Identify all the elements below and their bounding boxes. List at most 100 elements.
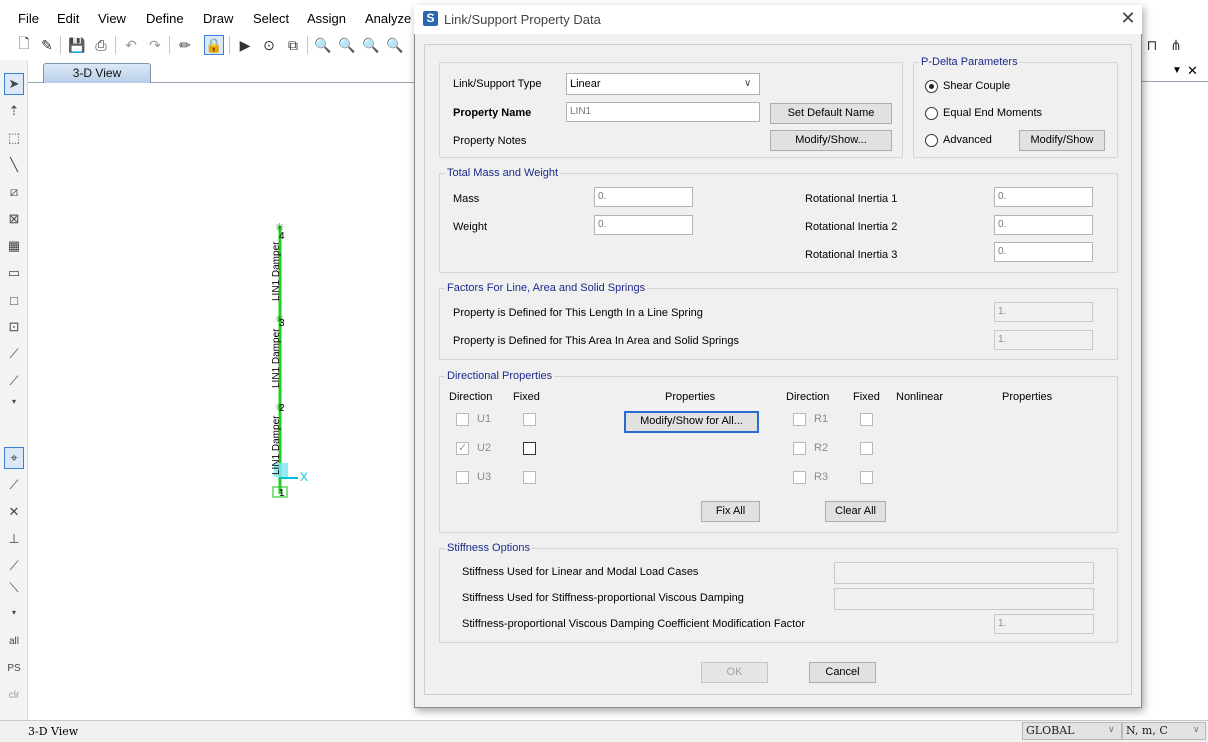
u2-checkbox[interactable] — [456, 441, 469, 455]
u3-checkbox[interactable] — [456, 471, 469, 484]
line-spring-length-input[interactable]: 1. — [994, 302, 1093, 322]
draw-brace-icon[interactable]: ⊠ — [4, 208, 24, 230]
stiffness-viscous-select[interactable] — [834, 588, 1094, 610]
u1-fixed-checkbox[interactable] — [523, 413, 536, 426]
run-analysis-icon[interactable]: ▶ — [235, 35, 255, 55]
view-dropdown-chevron-icon[interactable]: ▼ — [1172, 65, 1182, 76]
draw-joint-icon[interactable]: ⬚ — [4, 127, 24, 149]
modify-show-all-button[interactable]: Modify/Show for All... — [624, 411, 759, 433]
draw-rect-area-icon[interactable]: □ — [4, 289, 24, 311]
fix-all-button[interactable]: Fix All — [701, 501, 760, 522]
snap-line-icon[interactable]: ⟋ — [4, 474, 24, 496]
draw-secondary-icon[interactable]: ▦ — [4, 235, 24, 257]
select-all-button[interactable]: all — [4, 630, 24, 652]
draw-link-icon[interactable]: ⟋ — [4, 343, 24, 365]
redo-icon[interactable]: ↷ — [145, 35, 165, 55]
rot-inertia-1-input[interactable]: 0. — [994, 187, 1093, 207]
r3-checkbox[interactable] — [793, 471, 806, 484]
u1-checkbox[interactable] — [456, 413, 469, 426]
property-name-input[interactable]: LIN1 — [566, 102, 760, 122]
rot-inertia-2-input[interactable]: 0. — [994, 215, 1093, 235]
clear-selection-button[interactable]: clr — [4, 684, 24, 706]
draw-solid-icon[interactable]: ⟋ — [4, 370, 24, 392]
shear-couple-radio[interactable] — [925, 80, 938, 93]
rot-inertia-3-input[interactable]: 0. — [994, 242, 1093, 262]
pencil-icon[interactable]: ✏ — [175, 35, 195, 55]
equal-end-moments-label[interactable]: Equal End Moments — [943, 107, 1042, 119]
menu-file[interactable]: File — [18, 11, 39, 26]
link-type-select[interactable]: Linear — [566, 73, 760, 95]
snap-edge-icon[interactable]: ⟍ — [4, 577, 24, 599]
r2-checkbox[interactable] — [793, 442, 806, 455]
menu-draw[interactable]: Draw — [203, 11, 233, 26]
u2-fixed-checkbox[interactable] — [523, 442, 536, 455]
r1-fixed-checkbox[interactable] — [860, 413, 873, 426]
menu-analyze[interactable]: Analyze — [365, 11, 411, 26]
cancel-button[interactable]: Cancel — [809, 662, 876, 683]
snap-midpoint-icon[interactable]: ⟋ — [4, 555, 24, 577]
equal-end-moments-radio[interactable] — [925, 107, 938, 120]
shear-couple-label[interactable]: Shear Couple — [943, 80, 1010, 92]
view-close-icon[interactable]: ✕ — [1187, 63, 1198, 79]
run-options-icon[interactable]: ⊙ — [259, 35, 279, 55]
u2-label: U2 — [477, 442, 492, 454]
menu-assign[interactable]: Assign — [307, 11, 346, 26]
set-default-name-button[interactable]: Set Default Name — [770, 103, 892, 124]
link-type-chevron-icon[interactable]: ∨ — [744, 78, 751, 89]
new-file-icon[interactable]: 🗋 — [14, 35, 34, 55]
quick-draw-frame-icon[interactable]: ⧄ — [4, 181, 24, 203]
r2-fixed-checkbox[interactable] — [860, 442, 873, 455]
weight-input[interactable]: 0. — [594, 215, 693, 235]
ok-button[interactable]: OK — [701, 662, 768, 683]
element-label: LIN1 Damper — [271, 415, 282, 475]
u3-label: U3 — [477, 471, 492, 483]
damping-factor-input[interactable]: 1. — [994, 614, 1094, 634]
advanced-radio[interactable] — [925, 134, 938, 147]
lock-icon[interactable]: 🔒 — [204, 35, 224, 55]
undo-icon[interactable]: ↶ — [121, 35, 141, 55]
draw-area-icon[interactable]: ▭ — [4, 262, 24, 284]
mass-input[interactable]: 0. — [594, 187, 693, 207]
units-chevron-icon[interactable]: ∨ — [1193, 724, 1200, 735]
snap-joint-icon[interactable]: ⌖ — [4, 447, 24, 469]
r3-fixed-checkbox[interactable] — [860, 471, 873, 484]
node-label: 2 — [279, 403, 285, 414]
directional-legend: Directional Properties — [445, 370, 555, 382]
reshape-icon[interactable]: ⇡ — [4, 100, 24, 122]
deformed-shape-icon[interactable]: ⧉ — [283, 35, 303, 55]
tab-3d-view[interactable]: 3-D View — [43, 63, 151, 83]
coord-system-select[interactable]: GLOBAL — [1022, 722, 1122, 740]
section-view-icon[interactable]: ⋔ — [1166, 35, 1186, 55]
pointer-icon[interactable]: ➤ — [4, 73, 24, 95]
dialog-close-icon[interactable]: ✕ — [1119, 8, 1137, 28]
coord-system-chevron-icon[interactable]: ∨ — [1108, 724, 1115, 735]
previous-selection-button[interactable]: PS — [4, 657, 24, 679]
advanced-label[interactable]: Advanced — [943, 134, 992, 146]
menu-select[interactable]: Select — [253, 11, 289, 26]
zoom-window-icon[interactable]: 🔍 — [313, 35, 333, 55]
zoom-restore-icon[interactable]: 🔍 — [337, 35, 357, 55]
pdelta-modify-button[interactable]: Modify/Show — [1019, 130, 1105, 151]
menu-view[interactable]: View — [98, 11, 126, 26]
snap-perpendicular-icon[interactable]: ⊥ — [4, 528, 24, 550]
menu-define[interactable]: Define — [146, 11, 184, 26]
more-snap-chevron-icon[interactable]: ▾ — [4, 601, 24, 623]
menu-edit[interactable]: Edit — [57, 11, 79, 26]
draw-frame-icon[interactable]: ╲ — [4, 154, 24, 176]
u3-fixed-checkbox[interactable] — [523, 471, 536, 484]
r1-checkbox[interactable] — [793, 413, 806, 426]
zoom-in-icon[interactable]: 🔍 — [361, 35, 381, 55]
print-icon[interactable]: ⎙ — [91, 35, 111, 55]
save-icon[interactable]: 💾 — [67, 35, 87, 55]
snap-intersection-icon[interactable]: ✕ — [4, 501, 24, 523]
quick-draw-area-icon[interactable]: ⊡ — [4, 316, 24, 338]
area-spring-input[interactable]: 1. — [994, 330, 1093, 350]
property-notes-modify-button[interactable]: Modify/Show... — [770, 130, 892, 151]
stiffness-linear-select[interactable] — [834, 562, 1094, 584]
more-tools-chevron-icon[interactable]: ▾ — [4, 390, 24, 412]
frame-view-icon[interactable]: ⊓ — [1142, 35, 1162, 55]
clear-all-button[interactable]: Clear All — [825, 501, 886, 522]
zoom-out-icon[interactable]: 🔍 — [385, 35, 405, 55]
open-file-icon[interactable]: ✎ — [37, 35, 57, 55]
model-viewport[interactable]: ✳ ✳ ✳ X 4 3 2 1 LIN1 Damper LIN1 Damper … — [28, 83, 414, 720]
